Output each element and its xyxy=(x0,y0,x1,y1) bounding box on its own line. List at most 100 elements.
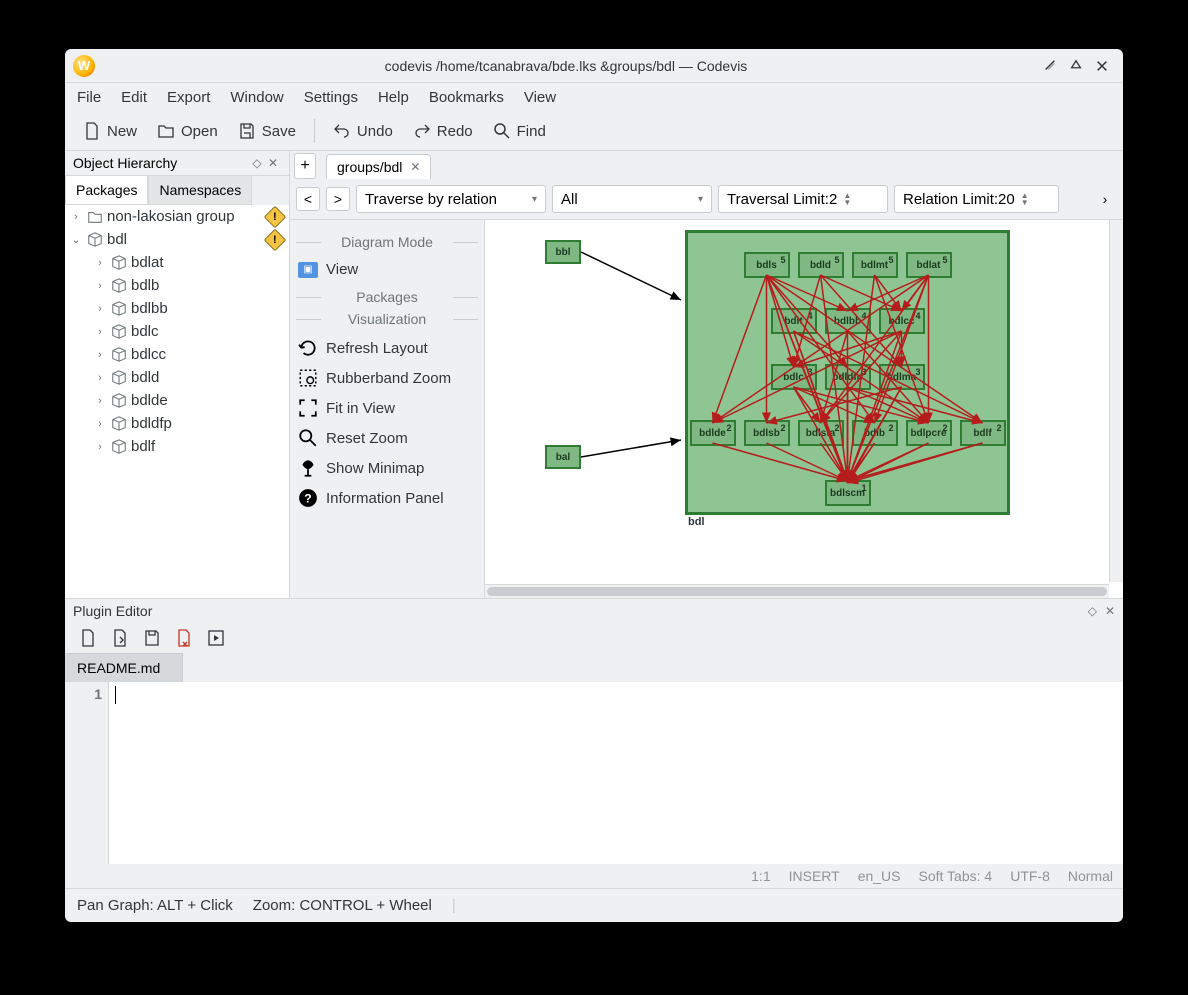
chevron-down-icon: ▾ xyxy=(524,194,537,205)
plugin-editor-panel: Plugin Editor ◇ ✕ README.md 1 1:1 INSERT… xyxy=(65,598,1123,888)
node-bdlmt[interactable]: bdlmt5 xyxy=(852,252,898,278)
line-gutter: 1 xyxy=(65,682,109,864)
status-normal: Normal xyxy=(1068,868,1113,884)
tree-item-bdlf[interactable]: ›bdlf xyxy=(65,435,289,458)
new-script-icon[interactable] xyxy=(79,629,97,647)
tree-item-bdlat[interactable]: ›bdlat xyxy=(65,251,289,274)
app-window: W codevis /home/tcanabrava/bde.lks &grou… xyxy=(65,49,1123,922)
horizontal-scrollbar[interactable] xyxy=(485,584,1109,598)
node-bdlc[interactable]: bdlc3 xyxy=(771,364,817,390)
open-script-icon[interactable] xyxy=(111,629,129,647)
status-divider: | xyxy=(452,897,456,914)
tree-item-bdlcc[interactable]: ›bdlcc xyxy=(65,343,289,366)
new-button[interactable]: New xyxy=(75,118,145,144)
app-icon: W xyxy=(73,55,95,77)
node-bdlsta[interactable]: bdlsta2 xyxy=(798,420,844,446)
save-script-icon[interactable] xyxy=(143,629,161,647)
object-hierarchy-panel: Object Hierarchy ◇ ✕ Packages Namespaces… xyxy=(65,151,290,598)
code-editor[interactable]: 1 xyxy=(65,682,1123,864)
rubberband-zoom-item[interactable]: Rubberband Zoom xyxy=(296,363,478,393)
tree-item-bdl[interactable]: ⌄bdl! xyxy=(65,228,289,251)
rubberband-icon xyxy=(298,368,318,388)
node-bdlsb[interactable]: bdlsb2 xyxy=(744,420,790,446)
node-bdld[interactable]: bdld5 xyxy=(798,252,844,278)
info-icon: ? xyxy=(298,488,318,508)
close-plugin-icon[interactable]: ✕ xyxy=(1105,604,1115,618)
menu-help[interactable]: Help xyxy=(378,89,409,106)
menubar: File Edit Export Window Settings Help Bo… xyxy=(65,83,1123,112)
tree-item-bdlb[interactable]: ›bdlb xyxy=(65,274,289,297)
node-bbl[interactable]: bbl xyxy=(545,240,581,264)
node-bdlt[interactable]: bdlt4 xyxy=(771,308,817,334)
add-tab-button[interactable]: + xyxy=(294,153,316,179)
traverse-combo[interactable]: Traverse by relation▾ xyxy=(356,185,546,213)
node-bdlde[interactable]: bdlde2 xyxy=(690,420,736,446)
menu-export[interactable]: Export xyxy=(167,89,210,106)
spin-arrows-icon[interactable]: ▲▼ xyxy=(1021,192,1029,206)
tree-item-bdld[interactable]: ›bdld xyxy=(65,366,289,389)
close-panel-icon[interactable]: ✕ xyxy=(265,155,281,171)
tree-item-non-lakosian-group[interactable]: ›non-lakosian group! xyxy=(65,205,289,228)
menu-edit[interactable]: Edit xyxy=(121,89,147,106)
tab-label: groups/bdl xyxy=(337,159,402,175)
node-bdlpcre[interactable]: bdlpcre2 xyxy=(906,420,952,446)
node-bdlb[interactable]: bdlb2 xyxy=(852,420,898,446)
find-button[interactable]: Find xyxy=(485,118,554,144)
open-button[interactable]: Open xyxy=(149,118,226,144)
relation-limit-spin[interactable]: Relation Limit: 20▲▼ xyxy=(894,185,1059,213)
tab-packages[interactable]: Packages xyxy=(65,176,148,205)
view-mode-item[interactable]: ▣View xyxy=(296,256,478,283)
node-bdlat[interactable]: bdlat5 xyxy=(906,252,952,278)
menu-view[interactable]: View xyxy=(524,89,556,106)
undo-button[interactable]: Undo xyxy=(325,118,401,144)
tree-item-bdlde[interactable]: ›bdlde xyxy=(65,389,289,412)
node-bdlma[interactable]: bdlma3 xyxy=(879,364,925,390)
show-minimap-item[interactable]: Show Minimap xyxy=(296,453,478,483)
node-bdldfp[interactable]: bdldfp3 xyxy=(825,364,871,390)
redo-button[interactable]: Redo xyxy=(405,118,481,144)
package-tree[interactable]: ›non-lakosian group!⌄bdl!›bdlat›bdlb›bdl… xyxy=(65,205,289,598)
node-bdlscm[interactable]: bdlscm1 xyxy=(825,480,871,506)
group-label: bdl xyxy=(688,516,705,528)
status-mode: INSERT xyxy=(789,868,840,884)
close-tab-icon[interactable]: ✕ xyxy=(410,160,420,174)
node-bal[interactable]: bal xyxy=(545,445,581,469)
node-bdls[interactable]: bdls5 xyxy=(744,252,790,278)
nav-back-button[interactable]: < xyxy=(296,187,320,211)
tab-namespaces[interactable]: Namespaces xyxy=(148,176,252,205)
overflow-right-icon[interactable]: › xyxy=(1093,187,1117,211)
float-plugin-icon[interactable]: ◇ xyxy=(1088,604,1097,618)
tab-groups-bdl[interactable]: groups/bdl ✕ xyxy=(326,154,431,179)
menu-bookmarks[interactable]: Bookmarks xyxy=(429,89,504,106)
tree-item-bdlc[interactable]: ›bdlc xyxy=(65,320,289,343)
fit-in-view-item[interactable]: Fit in View xyxy=(296,393,478,423)
run-script-icon[interactable] xyxy=(207,629,225,647)
status-pan-hint: Pan Graph: ALT + Click xyxy=(77,897,233,914)
spin-arrows-icon[interactable]: ▲▼ xyxy=(843,192,851,206)
menu-settings[interactable]: Settings xyxy=(304,89,358,106)
menu-window[interactable]: Window xyxy=(230,89,283,106)
editor-body[interactable] xyxy=(109,682,1123,864)
close-button[interactable] xyxy=(1089,53,1115,79)
tree-item-bdlbb[interactable]: ›bdlbb xyxy=(65,297,289,320)
diagram-canvas[interactable]: bdl bbl bal bdls5 bdld5 bdlmt5 bdlat5 bdlt4 bdlb… xyxy=(485,220,1123,598)
plugin-tab-readme[interactable]: README.md xyxy=(65,653,183,682)
minimize-button[interactable] xyxy=(1037,53,1063,79)
info-panel-item[interactable]: ?Information Panel xyxy=(296,483,478,513)
plugin-tabstrip: README.md xyxy=(65,653,1123,682)
maximize-button[interactable] xyxy=(1063,53,1089,79)
tree-item-bdldfp[interactable]: ›bdldfp xyxy=(65,412,289,435)
filter-combo[interactable]: All▾ xyxy=(552,185,712,213)
refresh-layout-item[interactable]: Refresh Layout xyxy=(296,333,478,363)
traversal-limit-spin[interactable]: Traversal Limit: 2▲▼ xyxy=(718,185,888,213)
node-bdlbb[interactable]: bdlbb4 xyxy=(825,308,871,334)
node-bdlcc[interactable]: bdlcc4 xyxy=(879,308,925,334)
save-button[interactable]: Save xyxy=(230,118,304,144)
delete-script-icon[interactable] xyxy=(175,629,193,647)
vertical-scrollbar[interactable] xyxy=(1109,220,1123,582)
reset-zoom-item[interactable]: Reset Zoom xyxy=(296,423,478,453)
node-bdlf[interactable]: bdlf2 xyxy=(960,420,1006,446)
float-panel-icon[interactable]: ◇ xyxy=(249,155,265,171)
menu-file[interactable]: File xyxy=(77,89,101,106)
nav-forward-button[interactable]: > xyxy=(326,187,350,211)
